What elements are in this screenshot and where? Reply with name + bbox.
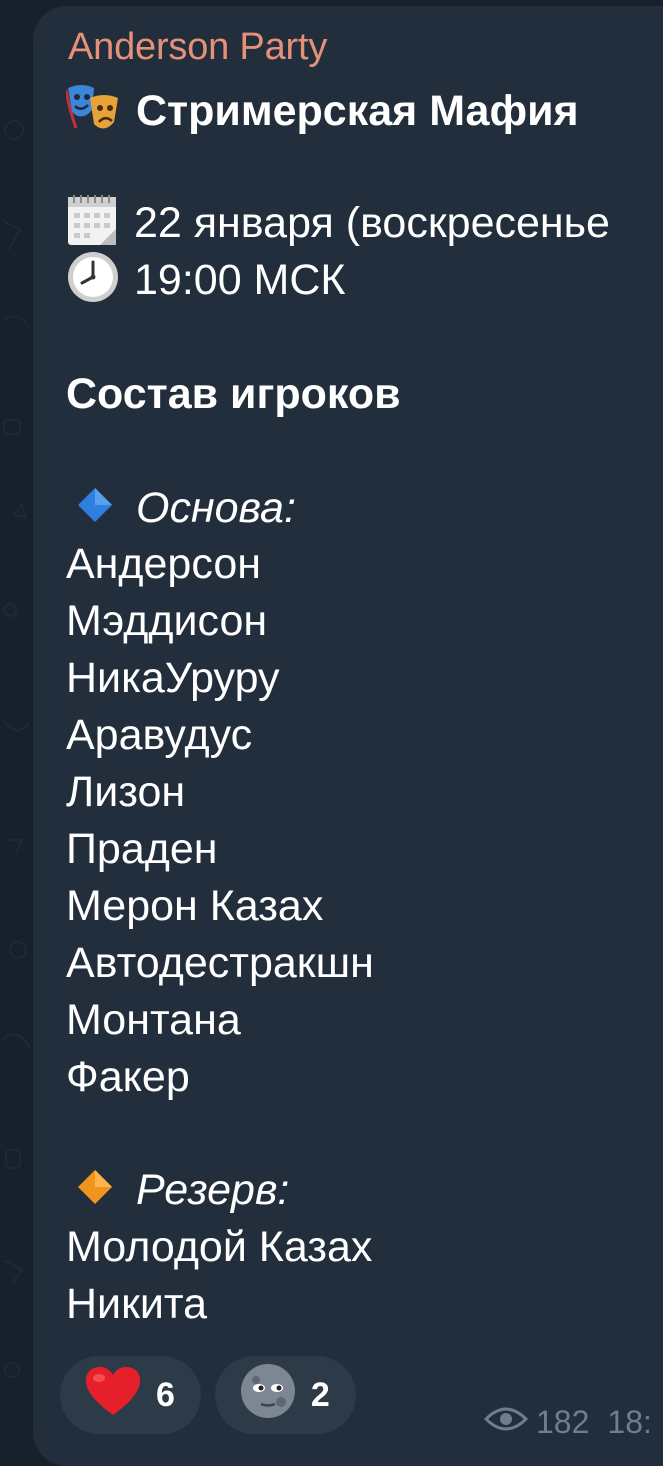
message-title-line: Стримерская Мафия (64, 82, 579, 145)
reactions-bar: 6 2 (60, 1356, 356, 1434)
reserve-player-2: Никита (66, 1280, 208, 1328)
clock-icon (66, 250, 120, 315)
calendar-icon (66, 193, 120, 258)
main-player-5: Лизон (66, 768, 186, 816)
message-meta: 182 18: (483, 1404, 652, 1441)
moon-face-icon (239, 1362, 297, 1429)
main-player-1: Андерсон (66, 540, 261, 588)
event-time: 19:00 МСК (134, 255, 346, 304)
main-player-8: Автодестракшн (66, 939, 374, 987)
reserve-player-1: Молодой Казах (66, 1223, 373, 1271)
main-player-4: Аравудус (66, 711, 253, 759)
eye-icon (483, 1404, 529, 1441)
sender-name[interactable]: Anderson Party (68, 26, 327, 69)
reaction-heart[interactable]: 6 (60, 1356, 201, 1434)
reserve-lineup-label: Резерв: (72, 1164, 289, 1221)
blue-diamond-icon (72, 482, 118, 539)
time-line: 19:00 МСК (66, 250, 345, 315)
reaction-moon-face-count: 2 (310, 1375, 330, 1414)
main-player-2: Мэддисон (66, 597, 268, 645)
main-player-10: Факер (66, 1053, 190, 1101)
reaction-moon-face[interactable]: 2 (214, 1356, 356, 1434)
date-line: 22 января (воскресенье (66, 193, 610, 258)
message-title: Стримерская Мафия (136, 86, 579, 135)
event-date: 22 января (воскресенье (134, 198, 610, 247)
main-lineup-label: Основа: (72, 482, 296, 539)
main-player-9: Монтана (66, 996, 241, 1044)
reserve-label-text: Резерв: (136, 1165, 290, 1214)
view-count: 182 (536, 1404, 590, 1440)
main-player-7: Мерон Казах (66, 882, 324, 930)
main-player-6: Праден (66, 825, 218, 873)
message-time: 18: (607, 1404, 652, 1440)
main-label-text: Основа: (136, 483, 296, 532)
theater-masks-icon (64, 82, 122, 145)
lineup-heading: Состав игроков (66, 370, 401, 418)
heart-icon (84, 1365, 142, 1426)
reaction-heart-count: 6 (156, 1375, 175, 1414)
orange-diamond-icon (72, 1164, 118, 1221)
main-player-3: НикаУруру (66, 654, 280, 702)
